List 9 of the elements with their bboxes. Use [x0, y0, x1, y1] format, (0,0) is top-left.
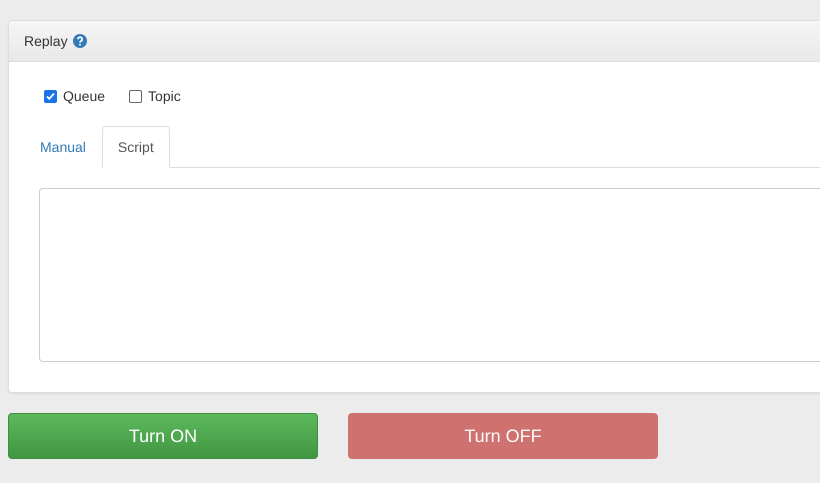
checkbox-label: Queue	[63, 88, 106, 104]
panel-title: Replay	[24, 33, 68, 49]
turn-on-button[interactable]: Turn ON	[8, 413, 318, 459]
tab[interactable]: Script	[102, 126, 170, 168]
script-field[interactable]	[39, 188, 820, 362]
help-icon[interactable]	[72, 34, 87, 48]
checkbox[interactable]	[44, 90, 57, 102]
checkbox[interactable]	[129, 90, 142, 102]
checkbox-label: Topic	[148, 88, 181, 104]
